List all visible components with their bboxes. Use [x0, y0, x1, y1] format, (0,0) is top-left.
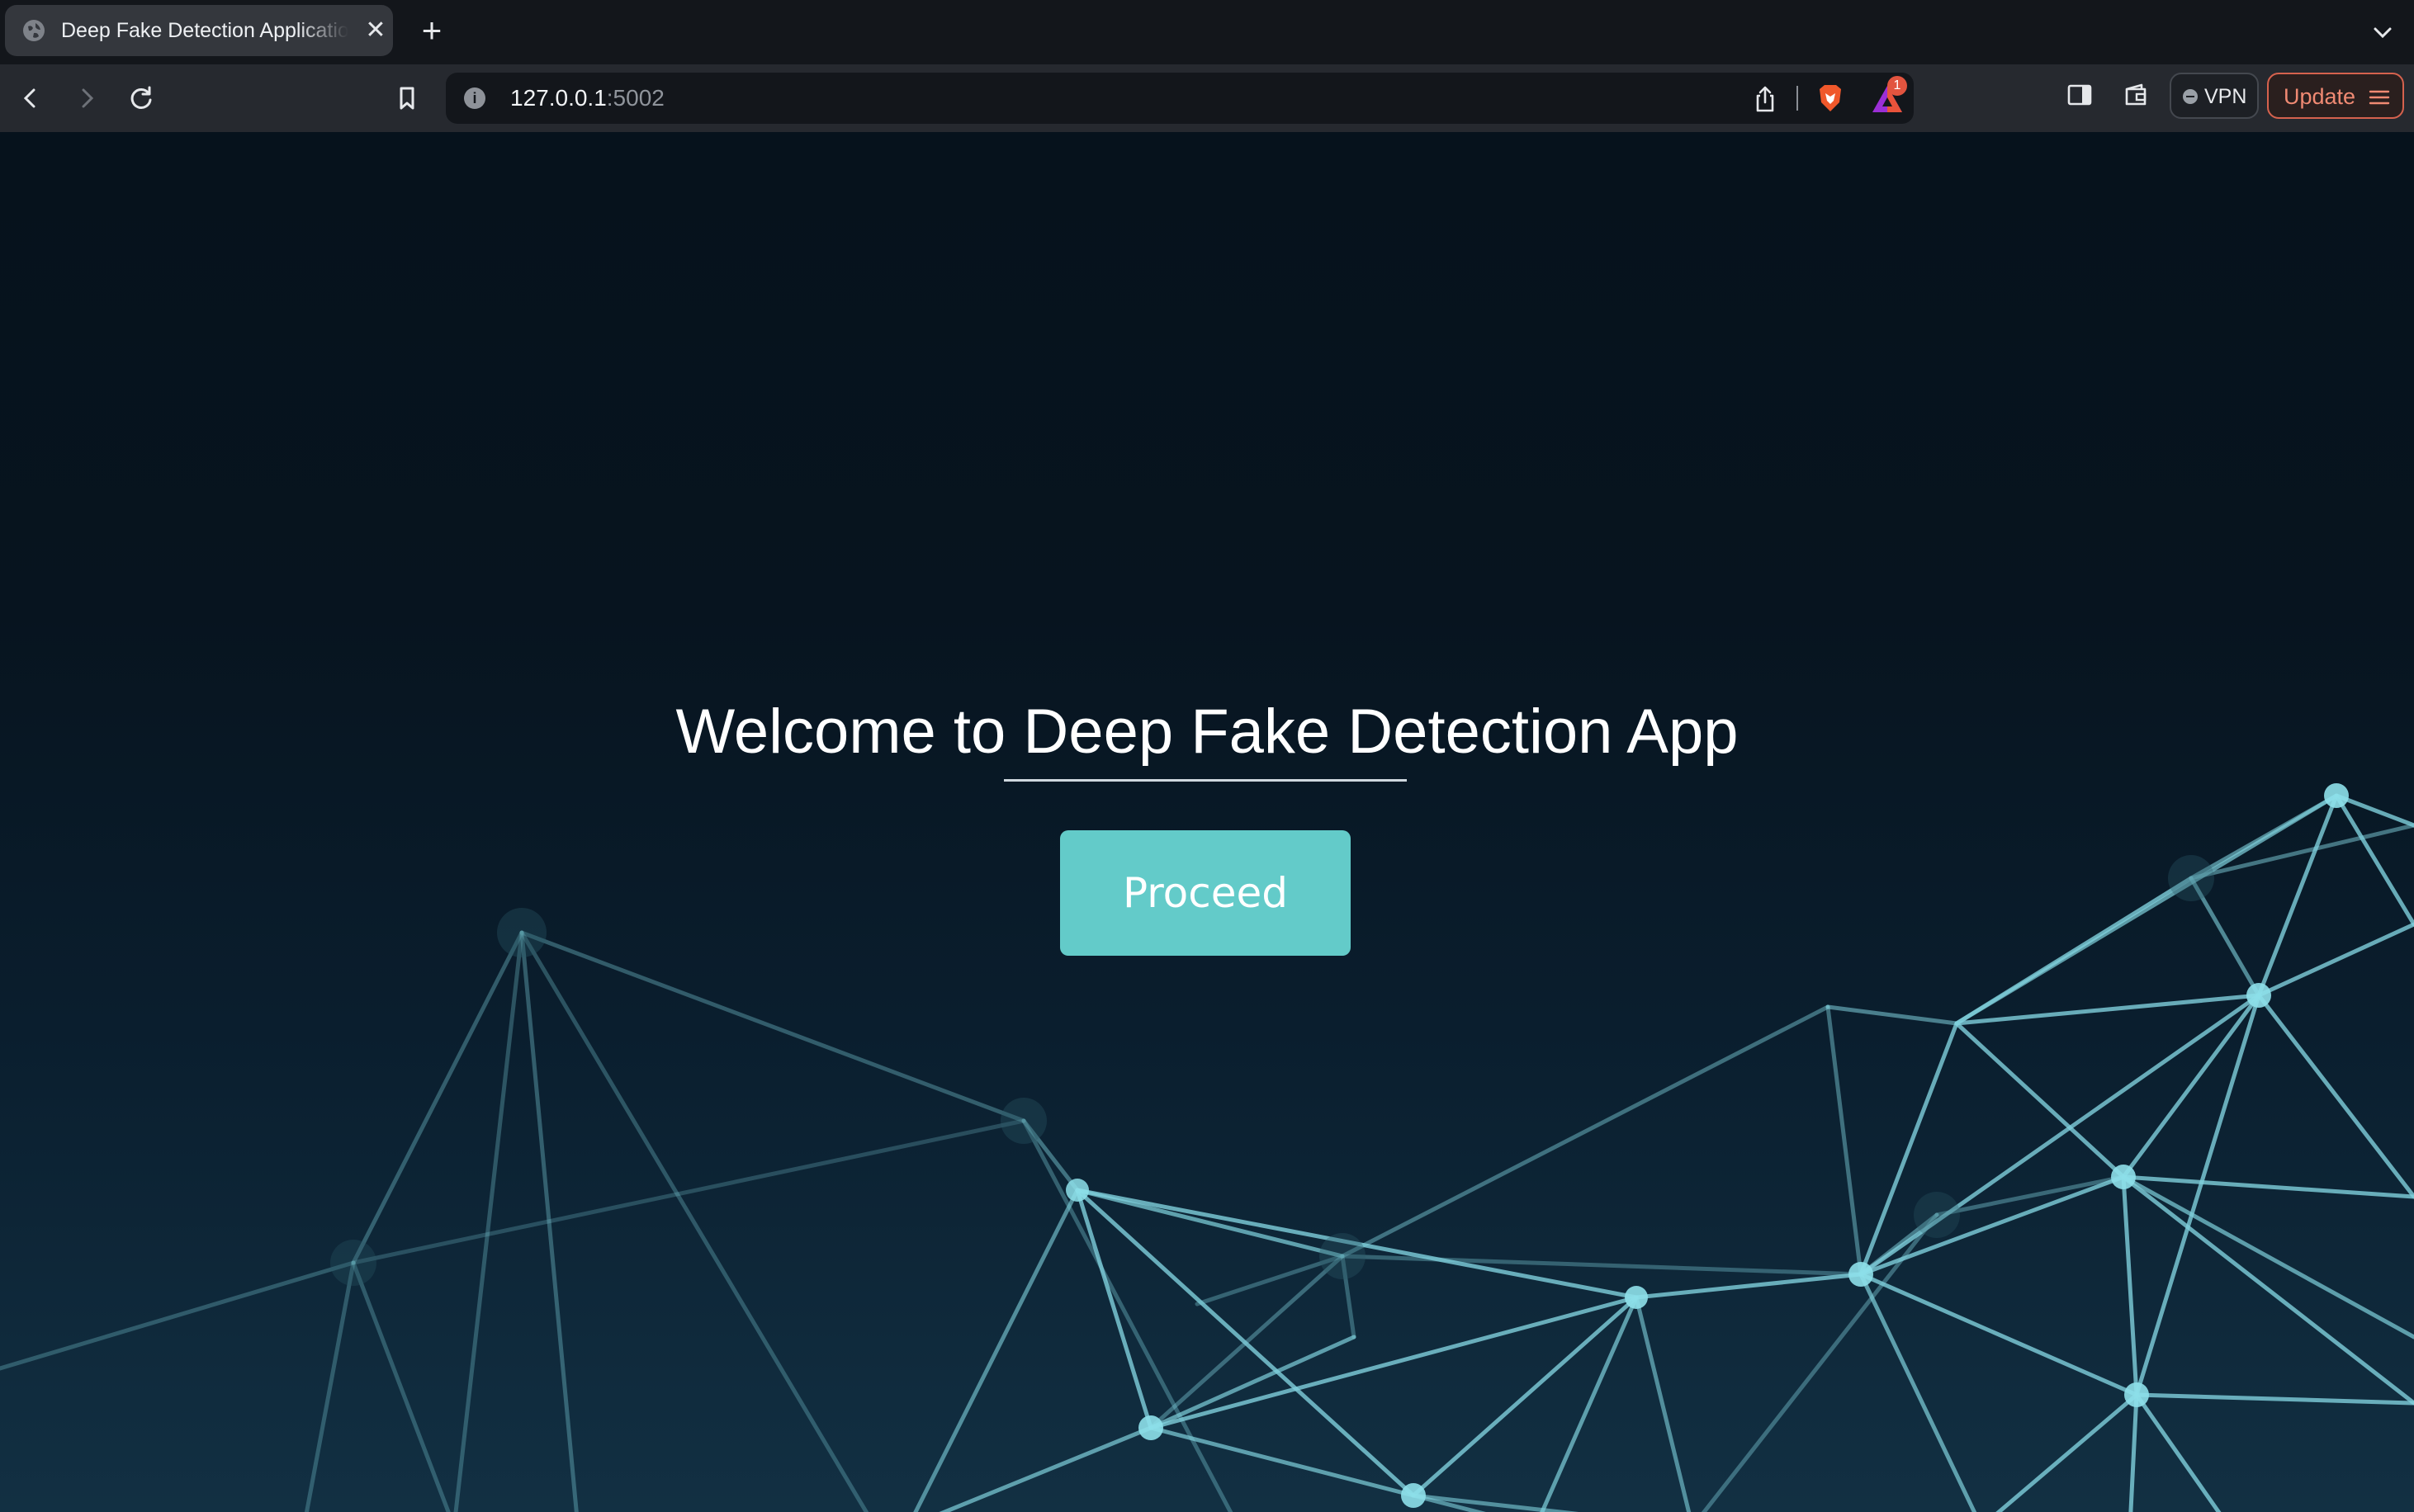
- mesh-line: [1934, 1174, 2126, 1217]
- page-content: Welcome to Deep Fake Detection App Proce…: [0, 132, 2414, 1512]
- globe-icon: [23, 20, 45, 41]
- mesh-line: [1825, 1004, 1863, 1277]
- sidebar-icon[interactable]: [2062, 78, 2097, 112]
- mesh-line: [519, 930, 1026, 1123]
- mesh-node: [2124, 1382, 2149, 1407]
- brave-lion-icon[interactable]: [1813, 81, 1848, 116]
- mesh-line: [2121, 993, 2261, 1179]
- browser-toolbar: i 127.0.0.1:5002 1 VPN Update: [0, 64, 2414, 132]
- mesh-node: [330, 1240, 376, 1286]
- mesh-line: [1701, 1212, 1939, 1512]
- mesh-node: [1848, 1262, 1873, 1287]
- vpn-label: VPN: [2204, 85, 2247, 108]
- mesh-node: [1138, 1415, 1163, 1440]
- mesh-node: [497, 908, 547, 957]
- url-text: 127.0.0.1:5002: [510, 84, 665, 112]
- mesh-line: [1858, 1272, 2139, 1397]
- mesh-node: [2324, 783, 2349, 808]
- mesh-line: [351, 1118, 1026, 1265]
- title-underline: [1004, 779, 1407, 782]
- forward-arrow-icon[interactable]: [68, 79, 106, 117]
- mesh-node: [1401, 1483, 1426, 1508]
- browser-tab[interactable]: Deep Fake Detection Application ✕: [5, 5, 393, 56]
- mesh-line: [304, 1260, 356, 1512]
- wallet-icon[interactable]: [2118, 78, 2153, 112]
- mesh-line: [1954, 1021, 2126, 1179]
- mesh-line: [1634, 1272, 1863, 1300]
- address-bar[interactable]: i 127.0.0.1:5002 1: [446, 73, 1914, 124]
- update-label: Update: [2284, 84, 2356, 109]
- mesh-node: [1066, 1179, 1089, 1202]
- mesh-line: [519, 930, 869, 1512]
- mesh-line: [351, 1260, 451, 1512]
- mesh-line: [1411, 1493, 1579, 1512]
- mesh-line: [1954, 876, 2194, 1026]
- mesh-line: [1340, 1004, 1830, 1259]
- mesh-node: [2111, 1165, 2136, 1189]
- url-port: :5002: [606, 85, 665, 111]
- mesh-line: [2334, 793, 2414, 828]
- vpn-button[interactable]: VPN: [2170, 73, 2259, 119]
- mesh-line: [2134, 1392, 2222, 1512]
- mesh-node: [1001, 1098, 1047, 1144]
- mesh-node: [1914, 1192, 1960, 1238]
- hamburger-menu-icon[interactable]: [2368, 86, 2391, 109]
- mesh-line: [1954, 993, 2261, 1026]
- vpn-status-icon: [2183, 89, 2198, 104]
- mesh-line: [2121, 1174, 2139, 1397]
- mesh-line: [1995, 1392, 2139, 1512]
- mesh-line: [1021, 1118, 1233, 1512]
- chevron-down-icon[interactable]: [2366, 17, 2399, 50]
- network-mesh-background: [0, 783, 2414, 1512]
- mesh-line: [1540, 1295, 1639, 1512]
- mesh-line: [1340, 1254, 1863, 1277]
- mesh-line: [0, 1260, 356, 1371]
- mesh-line: [913, 1188, 1080, 1512]
- mesh-line: [1858, 1272, 1977, 1512]
- address-separator: [1796, 86, 1798, 111]
- back-arrow-icon[interactable]: [12, 79, 50, 117]
- share-icon[interactable]: [1749, 83, 1782, 116]
- mesh-line: [2256, 993, 2414, 1199]
- close-icon[interactable]: ✕: [360, 15, 391, 46]
- mesh-line: [1075, 1188, 1345, 1259]
- mesh-line: [351, 930, 524, 1265]
- proceed-button[interactable]: Proceed: [1060, 830, 1351, 956]
- tab-title: Deep Fake Detection Application: [61, 19, 348, 42]
- info-icon[interactable]: i: [464, 87, 485, 109]
- mesh-line: [2121, 1174, 2414, 1340]
- mesh-line: [2334, 793, 2414, 927]
- mesh-line: [2134, 1392, 2414, 1406]
- mesh-line: [2128, 1392, 2139, 1512]
- rewards-badge: 1: [1887, 76, 1907, 96]
- mesh-node: [1319, 1233, 1366, 1279]
- update-button[interactable]: Update: [2267, 73, 2404, 119]
- mesh-line: [453, 930, 524, 1512]
- plus-icon[interactable]: +: [413, 13, 451, 51]
- mesh-node: [1625, 1286, 1648, 1309]
- mesh-line: [2121, 1174, 2414, 1199]
- mesh-line: [939, 1425, 1153, 1512]
- page-title: Welcome to Deep Fake Detection App: [675, 697, 1739, 767]
- url-host: 127.0.0.1: [510, 85, 607, 111]
- mesh-node: [2168, 855, 2214, 901]
- bookmark-icon[interactable]: [388, 79, 426, 117]
- mesh-line: [1634, 1295, 1692, 1512]
- mesh-line: [1825, 1004, 1959, 1026]
- tab-bar: Deep Fake Detection Application ✕ +: [0, 0, 2414, 64]
- mesh-node: [2246, 983, 2271, 1008]
- reload-icon[interactable]: [122, 79, 160, 117]
